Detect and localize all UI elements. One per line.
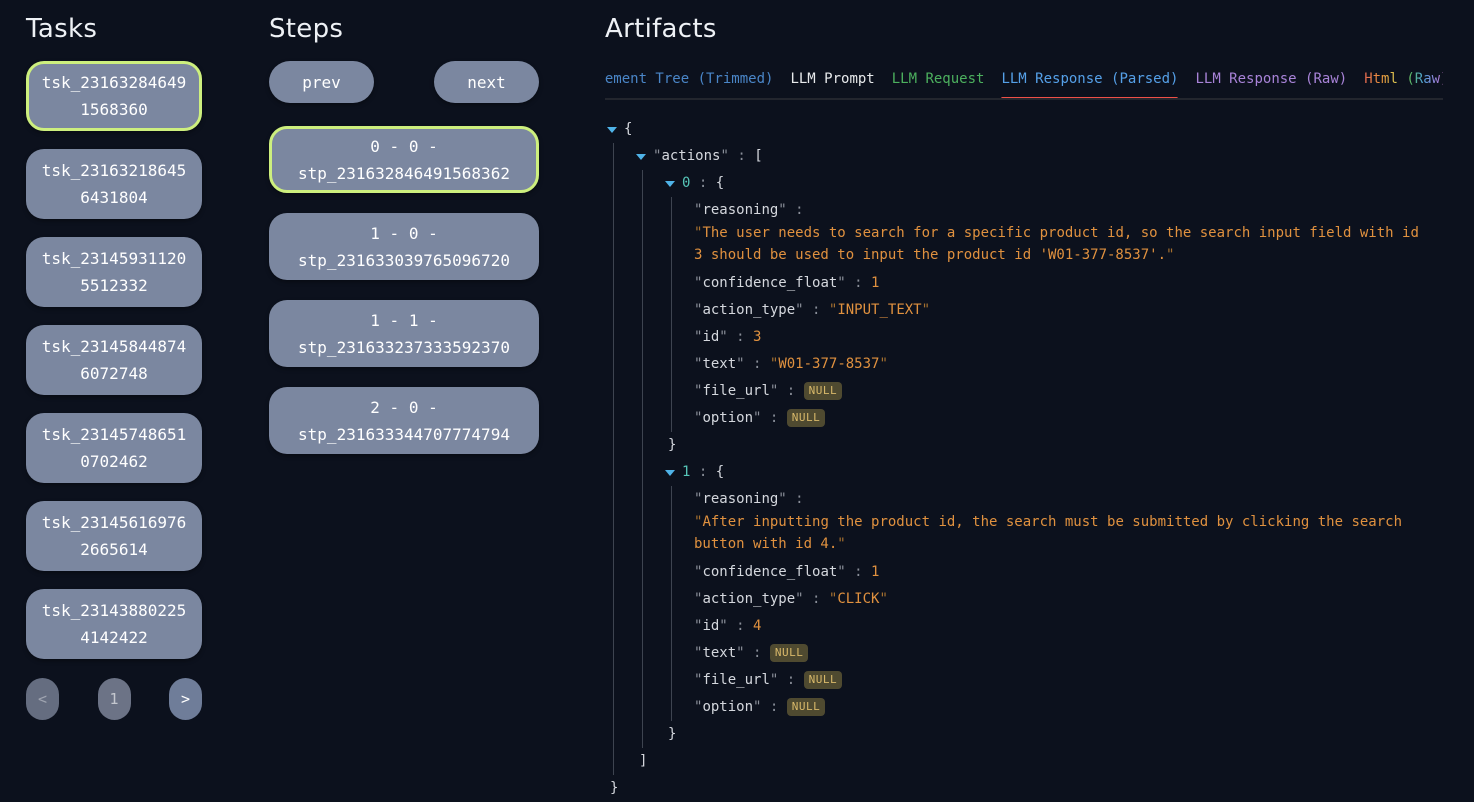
json-node-children: "actions" : [0 : {"reasoning" : "The use…: [613, 143, 1443, 775]
json-node: 0 : {"reasoning" : "The user needs to se…: [665, 170, 1443, 459]
page: { "tasks": { "title": "Tasks", "items": …: [0, 0, 1474, 800]
step-button[interactable]: 1 - 1 - stp_231633237333592370: [269, 300, 539, 367]
task-button[interactable]: tsk_231459311205512332: [26, 237, 202, 307]
null-badge: NULL: [804, 382, 843, 400]
step-button[interactable]: 2 - 0 - stp_231633344707774794: [269, 387, 539, 454]
tasks-title: Tasks: [26, 14, 202, 44]
task-button[interactable]: tsk_231438802254142422: [26, 589, 202, 659]
step-list: 0 - 0 - stp_231632846491568362 1 - 0 - st…: [269, 126, 539, 454]
task-button[interactable]: tsk_231457486510702462: [26, 413, 202, 483]
json-tree-row: ]: [636, 748, 1443, 775]
json-tree-row: "option" : NULL: [694, 694, 1443, 721]
json-tree-row: 0 : {: [665, 170, 1443, 197]
json-tree-row: "confidence_float" : 1: [694, 270, 1443, 297]
json-tree-row: "option" : NULL: [694, 405, 1443, 432]
json-node-children: "reasoning" : "The user needs to search …: [671, 197, 1443, 432]
tab-llm-response-parsed[interactable]: LLM Response (Parsed): [1001, 71, 1178, 98]
tasks-pagination: < 1 >: [26, 678, 202, 720]
json-tree-row: "reasoning" :: [694, 486, 1443, 513]
json-tree-row: 1 : {: [665, 459, 1443, 486]
artifacts-title: Artifacts: [605, 14, 1443, 44]
tab-llm-request[interactable]: LLM Request: [892, 71, 985, 98]
tasks-panel: Tasks tsk_231632846491568360 tsk_23163218…: [26, 0, 202, 720]
task-button[interactable]: tsk_231632186456431804: [26, 149, 202, 219]
artifacts-panel: Artifacts Element Tree (Trimmed) LLM Prom…: [605, 0, 1443, 802]
artifact-tabs: Element Tree (Trimmed) LLM Prompt LLM Requ…: [605, 68, 1443, 100]
json-string-value: "After inputting the product id, the sea…: [694, 511, 1426, 555]
null-badge: NULL: [787, 698, 826, 716]
step-button[interactable]: 1 - 0 - stp_231633039765096720: [269, 213, 539, 280]
pagination-prev-button[interactable]: <: [26, 678, 59, 720]
pagination-page-button[interactable]: 1: [98, 678, 131, 720]
task-button[interactable]: tsk_231458448746072748: [26, 325, 202, 395]
step-button[interactable]: 0 - 0 - stp_231632846491568362: [269, 126, 539, 193]
json-tree-row: "reasoning" :: [694, 197, 1443, 224]
json-node: "actions" : [0 : {"reasoning" : "The use…: [636, 143, 1443, 775]
json-node: 1 : {"reasoning" : "After inputting the …: [665, 459, 1443, 748]
tab-llm-response-raw[interactable]: LLM Response (Raw): [1195, 71, 1347, 98]
json-tree-viewer: {"actions" : [0 : {"reasoning" : "The us…: [605, 116, 1443, 802]
task-button[interactable]: tsk_231456169762665614: [26, 501, 202, 571]
json-tree-row: "actions" : [: [636, 143, 1443, 170]
collapse-arrow-icon[interactable]: [665, 470, 675, 476]
null-badge: NULL: [770, 644, 809, 662]
json-tree-row: "id" : 4: [694, 613, 1443, 640]
json-node-children: "reasoning" : "After inputting the produ…: [671, 486, 1443, 721]
json-tree-row: "text" : "W01-377-8537": [694, 351, 1443, 378]
collapse-arrow-icon[interactable]: [665, 181, 675, 187]
json-tree-row: {: [607, 116, 1443, 143]
json-string-value: "The user needs to search for a specific…: [694, 222, 1426, 266]
steps-panel: Steps prev next 0 - 0 - stp_231632846491…: [269, 0, 539, 454]
json-tree-row: "confidence_float" : 1: [694, 559, 1443, 586]
json-tree-row: "action_type" : "INPUT_TEXT": [694, 297, 1443, 324]
next-step-button[interactable]: next: [434, 61, 539, 103]
null-badge: NULL: [787, 409, 826, 427]
json-tree-row: }: [665, 721, 1443, 748]
pagination-next-button[interactable]: >: [169, 678, 202, 720]
collapse-arrow-icon[interactable]: [636, 154, 646, 160]
steps-title: Steps: [269, 14, 539, 44]
json-tree-row: "id" : 3: [694, 324, 1443, 351]
json-tree-row: "action_type" : "CLICK": [694, 586, 1443, 613]
task-button[interactable]: tsk_231632846491568360: [26, 61, 202, 131]
json-node: {"actions" : [0 : {"reasoning" : "The us…: [607, 116, 1443, 802]
tab-llm-prompt[interactable]: LLM Prompt: [790, 71, 874, 98]
prev-step-button[interactable]: prev: [269, 61, 374, 103]
json-tree-row: }: [665, 432, 1443, 459]
collapse-arrow-icon[interactable]: [607, 127, 617, 133]
step-nav: prev next: [269, 61, 539, 103]
task-list: tsk_231632846491568360 tsk_23163218645643…: [26, 61, 202, 659]
json-node-children: 0 : {"reasoning" : "The user needs to se…: [642, 170, 1443, 748]
json-tree-row: }: [607, 775, 1443, 802]
json-tree-row: "file_url" : NULL: [694, 667, 1443, 694]
tab-html-raw[interactable]: Html (Raw): [1364, 71, 1443, 98]
json-tree-row: "file_url" : NULL: [694, 378, 1443, 405]
tab-element-tree-trimmed[interactable]: Element Tree (Trimmed): [605, 71, 773, 98]
json-tree-row: "text" : NULL: [694, 640, 1443, 667]
null-badge: NULL: [804, 671, 843, 689]
